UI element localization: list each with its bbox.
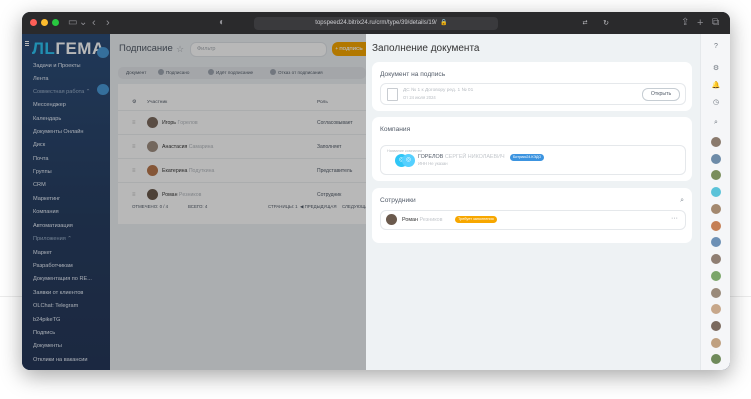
slider-title: Заполнение документа [372, 43, 480, 54]
avatar[interactable] [711, 170, 721, 180]
document-row: ДС № 1 к Договору ред. 1 № 01 От 24 июля… [380, 83, 686, 105]
avatar[interactable] [711, 204, 721, 214]
company-name: ГОРЕЛОВ СЕРГЕЙ НИКОЛАЕВИЧ [418, 154, 505, 160]
refresh-icon[interactable]: ↻ [484, 17, 728, 30]
search-icon[interactable]: ⌕ [680, 196, 684, 205]
right-toolbar: ? ⚙ 🔔 ◷ ⌕ [700, 34, 730, 370]
clock-icon[interactable]: ◷ [711, 98, 721, 108]
avatar[interactable] [711, 338, 721, 348]
document-file-icon [387, 88, 398, 101]
avatar[interactable] [711, 288, 721, 298]
document-name: ДС № 1 к Договору ред. 1 № 01 [403, 88, 474, 93]
more-options-icon[interactable]: ··· [671, 214, 678, 224]
search-icon[interactable]: ⌕ [711, 118, 721, 128]
avatar[interactable] [711, 187, 721, 197]
avatar[interactable] [711, 304, 721, 314]
employee-name: Роман Резников [402, 217, 443, 223]
browser-titlebar: ▭ ⌄ ‹ › ◐ 🔒 topspeed24.bitrix24.ru/crm/t… [22, 12, 730, 34]
status-badge: Требует заполнения [455, 216, 497, 223]
document-fill-slider: Заполнение документа Документ на подпись… [366, 34, 700, 370]
bell-icon[interactable]: 🔔 [711, 81, 721, 91]
privacy-shield-icon: ◐ [219, 17, 226, 28]
employees-card: Сотрудники ⌕ Роман Резников Требует запо… [372, 188, 692, 243]
document-date: От 24 июля 2024 [403, 95, 436, 100]
gear-icon[interactable]: ⚙ [711, 64, 721, 74]
help-icon[interactable]: ? [711, 42, 721, 52]
address-bar[interactable]: 🔒 topspeed24.bitrix24.ru/crm/type/39/det… [254, 17, 609, 30]
minimize-window-button[interactable] [41, 19, 48, 26]
avatar[interactable] [711, 254, 721, 264]
close-window-button[interactable] [30, 19, 37, 26]
bitrix-app: ЛLГЕМА Задачи и Проекты Лента Совместная… [22, 34, 730, 370]
avatar[interactable] [711, 354, 721, 364]
document-card-header: Документ на подпись [380, 71, 446, 78]
maximize-window-button[interactable] [52, 19, 59, 26]
company-field[interactable]: Название компании ◎◎ ГОРЕЛОВ СЕРГЕЙ НИКО… [380, 145, 686, 175]
avatar[interactable] [711, 154, 721, 164]
chevron-down-icon[interactable]: ⌄ [79, 17, 87, 29]
avatar[interactable] [711, 271, 721, 281]
new-tab-plus-icon[interactable]: + [697, 17, 703, 29]
slider-dim-overlay[interactable] [22, 34, 366, 370]
avatar [386, 214, 397, 225]
avatar[interactable] [711, 321, 721, 331]
desktop-background: ▭ ⌄ ‹ › ◐ 🔒 topspeed24.bitrix24.ru/crm/t… [0, 0, 751, 399]
employee-row[interactable]: Роман Резников Требует заполнения ··· [380, 210, 686, 230]
avatar[interactable] [711, 221, 721, 231]
tabs-overview-icon[interactable]: ⧉ [712, 17, 719, 29]
employees-card-header: Сотрудники [380, 197, 416, 204]
forward-icon[interactable]: › [106, 17, 110, 29]
address-bar-url: topspeed24.bitrix24.ru/crm/type/39/detai… [315, 20, 437, 26]
kedo-badge: Битрикс24.КЭДО [510, 154, 545, 161]
avatar[interactable] [711, 137, 721, 147]
company-inn: ИНН Не указан [418, 161, 448, 166]
share-icon[interactable]: ⇪ [681, 17, 689, 29]
sidebar-toggle-icon[interactable]: ▭ [68, 17, 77, 29]
company-card: Компания Название компании ◎◎ ГОРЕЛОВ СЕ… [372, 117, 692, 181]
open-document-button[interactable]: Открыть [642, 88, 680, 101]
document-card: Документ на подпись ДС № 1 к Договору ре… [372, 62, 692, 111]
avatar[interactable] [711, 237, 721, 247]
browser-window: ▭ ⌄ ‹ › ◐ 🔒 topspeed24.bitrix24.ru/crm/t… [22, 12, 730, 370]
back-icon[interactable]: ‹ [92, 17, 96, 29]
company-card-header: Компания [380, 126, 411, 133]
company-logo-icon: ◎◎ [395, 154, 417, 167]
